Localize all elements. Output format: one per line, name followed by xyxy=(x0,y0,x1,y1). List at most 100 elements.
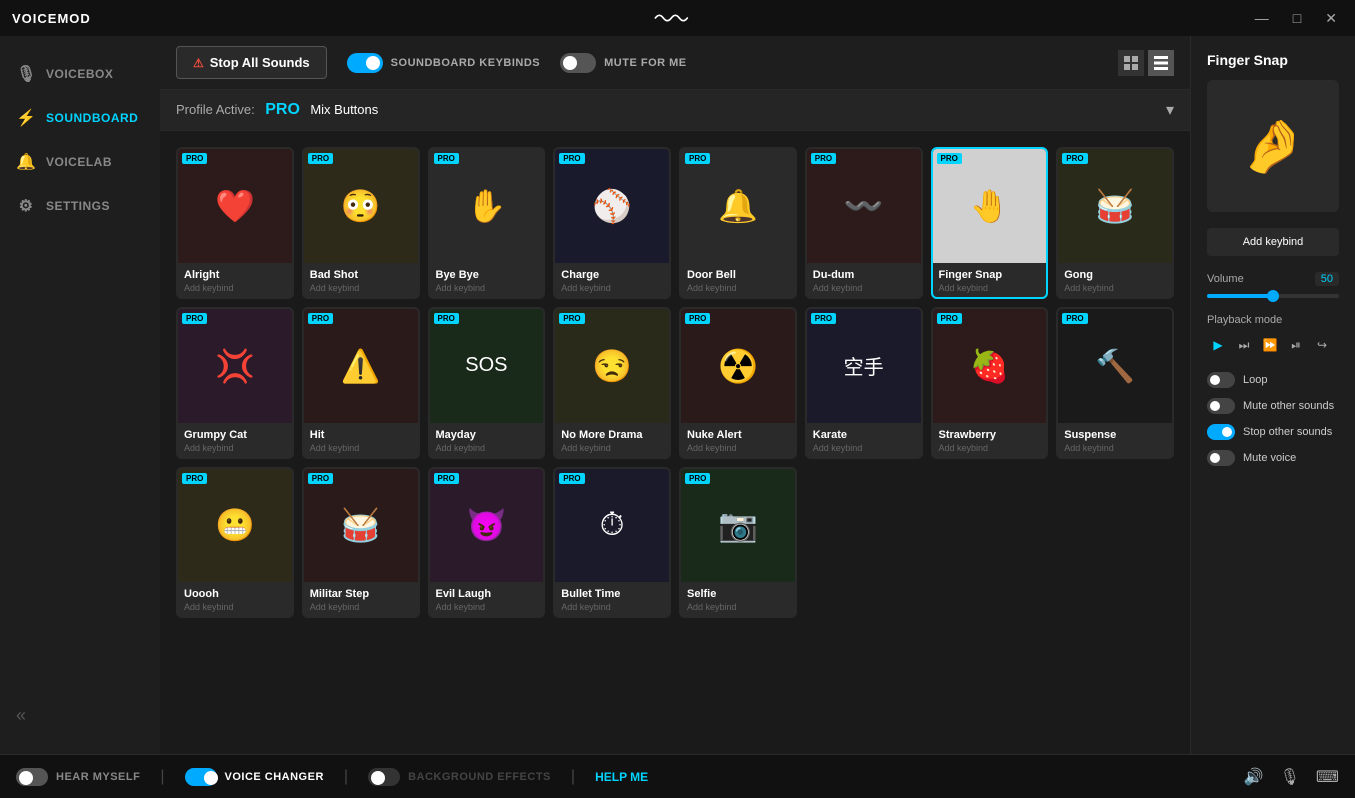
sound-card-keybind-gong[interactable]: Add keybind xyxy=(1064,283,1166,293)
sound-card-keybind-evillaugh[interactable]: Add keybind xyxy=(436,602,538,612)
sound-card-charge[interactable]: PRO ⚾ Charge Add keybind xyxy=(553,147,671,299)
sound-card-info-evillaugh: Evil Laugh Add keybind xyxy=(430,582,544,616)
mute-other-sounds-label: Mute other sounds xyxy=(1243,400,1334,412)
sound-card-keybind-bullettime[interactable]: Add keybind xyxy=(561,602,663,612)
microphone-bottom-icon[interactable]: 🎙 xyxy=(1280,767,1300,787)
sound-card-keybind-karate[interactable]: Add keybind xyxy=(813,443,915,453)
loop-toggle[interactable] xyxy=(1207,372,1235,388)
help-label[interactable]: HELP ME xyxy=(595,770,648,784)
voice-changer-toggle[interactable] xyxy=(185,768,217,786)
sidebar-item-voicelab[interactable]: 🔔 VOICELAB xyxy=(0,140,160,184)
maximize-button[interactable]: □ xyxy=(1287,9,1307,27)
profile-bar[interactable]: Profile Active: PRO Mix Buttons ▾ xyxy=(160,90,1190,131)
sidebar-item-settings[interactable]: ⚙ SETTINGS xyxy=(0,184,160,228)
sound-card-badshot[interactable]: PRO 😳 Bad Shot Add keybind xyxy=(302,147,420,299)
sound-card-keybind-nomoredrama[interactable]: Add keybind xyxy=(561,443,663,453)
keyboard-icon[interactable]: ⌨ xyxy=(1316,767,1339,787)
stop-all-sounds-button[interactable]: ⚠ Stop All Sounds xyxy=(176,46,327,79)
sound-card-grumpycat[interactable]: PRO 💢 Grumpy Cat Add keybind xyxy=(176,307,294,459)
sound-card-keybind-militarstep[interactable]: Add keybind xyxy=(310,602,412,612)
voice-changer-label: VOICE CHANGER xyxy=(225,771,324,783)
sound-card-image-alright: PRO ❤️ xyxy=(178,149,292,263)
sound-card-suspense[interactable]: PRO 🔨 Suspense Add keybind xyxy=(1056,307,1174,459)
sidebar-collapse-button[interactable]: « xyxy=(0,693,160,738)
sound-card-keybind-doorbell[interactable]: Add keybind xyxy=(687,283,789,293)
hear-myself-toggle[interactable] xyxy=(16,768,48,786)
repeat-button[interactable]: ↪ xyxy=(1311,334,1333,356)
sound-card-image-badshot: PRO 😳 xyxy=(304,149,418,263)
separator-3: | xyxy=(571,768,575,786)
pro-badge-doorbell: PRO xyxy=(685,153,710,164)
mute-for-me-toggle[interactable] xyxy=(560,53,596,73)
list-view-button[interactable] xyxy=(1148,50,1174,76)
fast-forward-button[interactable]: ⏩ xyxy=(1259,334,1281,356)
sound-card-keybind-badshot[interactable]: Add keybind xyxy=(310,283,412,293)
sound-card-uoooh[interactable]: PRO 😬 Uoooh Add keybind xyxy=(176,467,294,619)
sound-card-evillaugh[interactable]: PRO 😈 Evil Laugh Add keybind xyxy=(428,467,546,619)
sound-card-keybind-charge[interactable]: Add keybind xyxy=(561,283,663,293)
sound-card-strawberry[interactable]: PRO 🍓 Strawberry Add keybind xyxy=(931,307,1049,459)
close-button[interactable]: ✕ xyxy=(1319,9,1343,27)
sound-card-nukealert[interactable]: PRO ☢️ Nuke Alert Add keybind xyxy=(679,307,797,459)
sound-card-dudum[interactable]: PRO 〰️ Du-dum Add keybind xyxy=(805,147,923,299)
sound-card-image-fingersnap: PRO 🤚 xyxy=(933,149,1047,263)
sound-card-image-evillaugh: PRO 😈 xyxy=(430,469,544,583)
sound-card-name-uoooh: Uoooh xyxy=(184,588,286,600)
sound-card-keybind-grumpycat[interactable]: Add keybind xyxy=(184,443,286,453)
sound-emoji-bullettime: ⏱ xyxy=(600,506,625,544)
mute-other-sounds-toggle[interactable] xyxy=(1207,398,1235,414)
minimize-button[interactable]: — xyxy=(1249,9,1275,27)
sound-card-fingersnap[interactable]: PRO 🤚 Finger Snap Add keybind xyxy=(931,147,1049,299)
bg-effects-toggle[interactable] xyxy=(368,768,400,786)
profile-info: Profile Active: PRO Mix Buttons xyxy=(176,101,378,119)
soundboard-keybinds-toggle[interactable] xyxy=(347,53,383,73)
sound-card-image-karate: PRO 空手 xyxy=(807,309,921,423)
sound-card-image-byebye: PRO ✋ xyxy=(430,149,544,263)
sound-card-keybind-byebye[interactable]: Add keybind xyxy=(436,283,538,293)
sound-card-selfie[interactable]: PRO 📷 Selfie Add keybind xyxy=(679,467,797,619)
sound-card-keybind-hit[interactable]: Add keybind xyxy=(310,443,412,453)
separator-2: | xyxy=(344,768,348,786)
sidebar-item-voicebox[interactable]: 🎙 VOICEBOX xyxy=(0,52,160,96)
sound-card-keybind-selfie[interactable]: Add keybind xyxy=(687,602,789,612)
add-keybind-button[interactable]: Add keybind xyxy=(1207,228,1339,256)
sound-card-alright[interactable]: PRO ❤️ Alright Add keybind xyxy=(176,147,294,299)
mute-for-me-toggle-group: MUTE FOR ME xyxy=(560,53,687,73)
sidebar-item-soundboard[interactable]: ⚡ SOUNDBOARD xyxy=(0,96,160,140)
sound-card-keybind-mayday[interactable]: Add keybind xyxy=(436,443,538,453)
bg-effects-group: BACKGROUND EFFECTS xyxy=(368,768,551,786)
sound-card-mayday[interactable]: PRO SOS Mayday Add keybind xyxy=(428,307,546,459)
loop-label: Loop xyxy=(1243,374,1267,386)
pro-badge-uoooh: PRO xyxy=(182,473,207,484)
sound-card-info-karate: Karate Add keybind xyxy=(807,423,921,457)
sound-card-gong[interactable]: PRO 🥁 Gong Add keybind xyxy=(1056,147,1174,299)
sound-card-keybind-uoooh[interactable]: Add keybind xyxy=(184,602,286,612)
volume-icon[interactable]: 🔊 xyxy=(1244,767,1264,787)
titlebar: VOICEMOD — □ ✕ xyxy=(0,0,1355,36)
sound-card-nomoredrama[interactable]: PRO 😒 No More Drama Add keybind xyxy=(553,307,671,459)
sound-card-keybind-dudum[interactable]: Add keybind xyxy=(813,283,915,293)
sound-card-info-uoooh: Uoooh Add keybind xyxy=(178,582,292,616)
sound-card-keybind-strawberry[interactable]: Add keybind xyxy=(939,443,1041,453)
sound-emoji-gong: 🥁 xyxy=(1095,187,1135,225)
grid-view-button[interactable] xyxy=(1118,50,1144,76)
sound-card-keybind-alright[interactable]: Add keybind xyxy=(184,283,286,293)
microphone-icon: 🎙 xyxy=(16,64,36,84)
sound-card-militarstep[interactable]: PRO 🥁 Militar Step Add keybind xyxy=(302,467,420,619)
skip-forward-button[interactable]: ⏭ xyxy=(1233,334,1255,356)
play-button[interactable]: ▶ xyxy=(1207,334,1229,356)
play-pause-button[interactable]: ⏯ xyxy=(1285,334,1307,356)
stop-other-sounds-toggle[interactable] xyxy=(1207,424,1235,440)
chevron-down-icon: ▾ xyxy=(1166,100,1174,120)
sound-card-keybind-fingersnap[interactable]: Add keybind xyxy=(939,283,1041,293)
sound-card-karate[interactable]: PRO 空手 Karate Add keybind xyxy=(805,307,923,459)
sound-card-name-gong: Gong xyxy=(1064,269,1166,281)
sound-card-bullettime[interactable]: PRO ⏱ Bullet Time Add keybind xyxy=(553,467,671,619)
sound-card-keybind-nukealert[interactable]: Add keybind xyxy=(687,443,789,453)
sound-card-byebye[interactable]: PRO ✋ Bye Bye Add keybind xyxy=(428,147,546,299)
volume-slider[interactable] xyxy=(1207,294,1339,298)
sound-card-doorbell[interactable]: PRO 🔔 Door Bell Add keybind xyxy=(679,147,797,299)
mute-voice-toggle[interactable] xyxy=(1207,450,1235,466)
sound-card-hit[interactable]: PRO ⚠️ Hit Add keybind xyxy=(302,307,420,459)
sound-card-keybind-suspense[interactable]: Add keybind xyxy=(1064,443,1166,453)
